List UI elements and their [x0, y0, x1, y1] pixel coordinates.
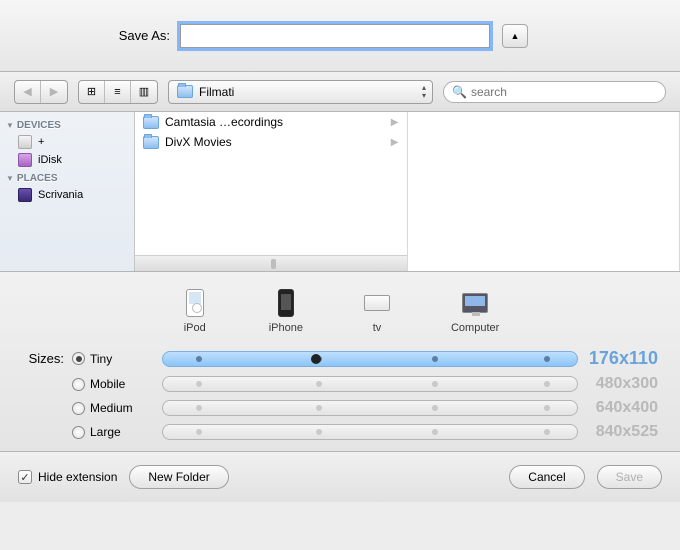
cancel-button[interactable]: Cancel	[509, 465, 584, 489]
radio-dot-icon	[72, 426, 85, 439]
radio-dot-icon	[72, 402, 85, 415]
slider-medium[interactable]	[162, 400, 578, 416]
save-button[interactable]: Save	[597, 465, 662, 489]
drive-icon	[18, 135, 32, 149]
search-field[interactable]: 🔍	[443, 81, 666, 103]
radio-medium[interactable]: Medium	[72, 401, 162, 415]
chevron-right-icon: ▶	[391, 117, 399, 128]
sidebar-item-label: Scrivania	[38, 189, 83, 201]
list-item[interactable]: DivX Movies ▶	[135, 132, 407, 152]
iphone-icon	[278, 289, 294, 317]
sizes-grid: Sizes: Tiny 176x110 Mobile 480x300 Mediu…	[22, 348, 658, 441]
device-iphone: iPhone	[269, 288, 303, 334]
slider-mobile[interactable]	[162, 376, 578, 392]
sidebar-item-scrivania[interactable]: Scrivania	[0, 186, 134, 204]
radio-label: Tiny	[90, 352, 112, 366]
sidebar-heading-places[interactable]: PLACES	[0, 169, 134, 186]
list-item-label: Camtasia …ecordings	[165, 115, 283, 129]
sidebar: DEVICES + iDisk PLACES Scrivania	[0, 112, 135, 271]
forward-button[interactable]: ▶	[41, 81, 67, 103]
scrollbar-thumb[interactable]	[271, 259, 276, 269]
checkbox-label: Hide extension	[38, 470, 117, 484]
grid-icon: ⊞	[87, 85, 96, 98]
radio-dot-icon	[72, 378, 85, 391]
folder-icon	[143, 136, 159, 149]
radio-label: Medium	[90, 401, 133, 415]
device-ipod: iPod	[181, 288, 209, 334]
saveas-input[interactable]	[180, 24, 490, 48]
appletv-icon	[364, 295, 390, 311]
device-label: tv	[373, 322, 382, 334]
search-icon: 🔍	[452, 85, 467, 99]
collapse-toggle-button[interactable]: ▲	[502, 24, 528, 48]
desktop-icon	[18, 188, 32, 202]
dimensions-mobile: 480x300	[578, 375, 658, 393]
slider-tiny[interactable]	[162, 351, 578, 367]
radio-label: Mobile	[90, 377, 125, 391]
browser-toolbar: ◀ ▶ ⊞ ≡ ▥ Filmati ▴▾ 🔍	[0, 72, 680, 112]
button-label: New Folder	[148, 470, 209, 484]
sizes-label: Sizes:	[22, 351, 72, 366]
list-item[interactable]: Camtasia …ecordings ▶	[135, 112, 407, 132]
list-item-label: DivX Movies	[165, 135, 232, 149]
search-input[interactable]	[471, 85, 657, 99]
triangle-up-icon: ▲	[511, 31, 520, 41]
ipod-icon	[186, 289, 204, 317]
sidebar-item-label: +	[38, 136, 44, 148]
checkbox-icon: ✓	[18, 470, 32, 484]
sidebar-heading-devices[interactable]: DEVICES	[0, 116, 134, 133]
columns-icon: ▥	[139, 85, 149, 98]
radio-mobile[interactable]: Mobile	[72, 377, 162, 391]
dimensions-medium: 640x400	[578, 399, 658, 417]
triangle-right-icon: ▶	[50, 85, 58, 98]
column-view-button[interactable]: ▥	[131, 81, 157, 103]
device-appletv: tv	[363, 288, 391, 334]
radio-label: Large	[90, 425, 121, 439]
folder-icon	[143, 116, 159, 129]
dimensions-large: 840x525	[578, 423, 658, 441]
list-icon: ≡	[114, 86, 120, 98]
path-label: Filmati	[199, 85, 234, 99]
slider-knob[interactable]	[311, 354, 321, 364]
device-label: iPhone	[269, 322, 303, 334]
saveas-bar: Save As: ▲	[0, 0, 680, 72]
dimensions-tiny: 176x110	[578, 348, 658, 369]
icon-view-button[interactable]: ⊞	[79, 81, 105, 103]
column-scrollbar[interactable]	[135, 255, 407, 271]
nav-segmented: ◀ ▶	[14, 80, 68, 104]
radio-large[interactable]: Large	[72, 425, 162, 439]
idisk-icon	[18, 153, 32, 167]
triangle-left-icon: ◀	[23, 85, 31, 98]
export-options: iPod iPhone tv Computer Sizes: Tiny 176x…	[0, 272, 680, 452]
saveas-label: Save As:	[0, 28, 180, 43]
column-1: Camtasia …ecordings ▶ DivX Movies ▶	[135, 112, 408, 271]
computer-icon	[462, 293, 488, 313]
sidebar-item-idisk[interactable]: iDisk	[0, 151, 134, 169]
chevron-right-icon: ▶	[391, 137, 399, 148]
file-browser: DEVICES + iDisk PLACES Scrivania Camtasi…	[0, 112, 680, 272]
list-view-button[interactable]: ≡	[105, 81, 131, 103]
sidebar-item-drive[interactable]: +	[0, 133, 134, 151]
view-segmented: ⊞ ≡ ▥	[78, 80, 158, 104]
path-popup[interactable]: Filmati ▴▾	[168, 80, 433, 104]
button-label: Cancel	[528, 470, 565, 484]
radio-dot-icon	[72, 352, 85, 365]
new-folder-button[interactable]: New Folder	[129, 465, 228, 489]
device-label: Computer	[451, 322, 499, 334]
slider-large[interactable]	[162, 424, 578, 440]
bottom-bar: ✓ Hide extension New Folder Cancel Save	[0, 452, 680, 502]
device-row: iPod iPhone tv Computer	[22, 288, 658, 334]
device-label: iPod	[184, 322, 206, 334]
back-button[interactable]: ◀	[15, 81, 41, 103]
folder-icon	[177, 85, 193, 98]
sidebar-item-label: iDisk	[38, 154, 62, 166]
button-label: Save	[616, 470, 643, 484]
device-computer: Computer	[451, 288, 499, 334]
hide-extension-checkbox[interactable]: ✓ Hide extension	[18, 470, 117, 484]
column-2	[408, 112, 680, 271]
radio-tiny[interactable]: Tiny	[72, 352, 162, 366]
updown-arrows-icon: ▴▾	[422, 84, 426, 100]
